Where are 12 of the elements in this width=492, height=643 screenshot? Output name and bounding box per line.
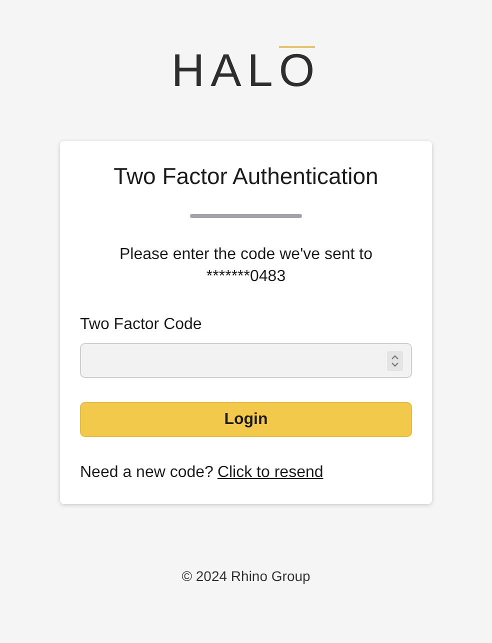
resend-prompt: Need a new code?	[80, 463, 214, 483]
masked-phone-number: *******0483	[205, 267, 287, 287]
field-label: Two Factor Code	[80, 315, 203, 335]
code-input-field[interactable]	[80, 343, 412, 378]
logo-text: HALO	[171, 48, 321, 92]
copyright-text: © 2024 Rhino Group	[182, 568, 310, 584]
logo-accent-icon	[278, 46, 315, 48]
page-title: Two Factor Authentication	[112, 162, 380, 191]
login-button[interactable]: Login	[80, 402, 412, 437]
instruction-text: Please enter the code we've sent to	[118, 245, 374, 265]
resend-link[interactable]: Click to resend	[217, 462, 324, 484]
spinner-icon[interactable]	[387, 350, 403, 370]
